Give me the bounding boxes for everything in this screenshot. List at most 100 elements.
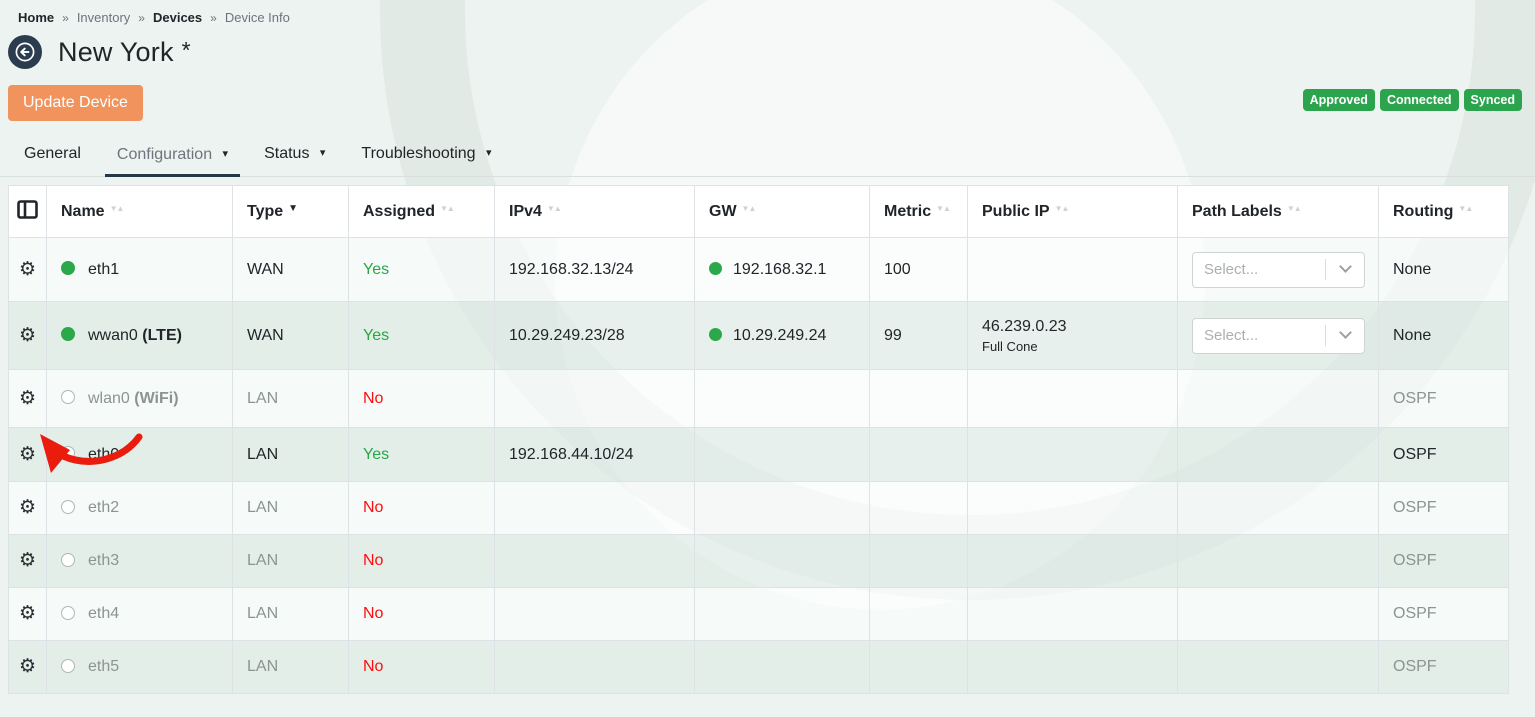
page-title: New York xyxy=(58,37,174,68)
interface-routing-cell: OSPF xyxy=(1379,641,1509,694)
nat-type-value: Full Cone xyxy=(982,339,1169,354)
sort-icon: ▼▲ xyxy=(440,204,454,213)
interface-name-cell: eth5 xyxy=(47,641,233,694)
sort-icon: ▼▲ xyxy=(110,204,124,213)
interface-assigned-cell: No xyxy=(349,370,495,428)
interface-metric-cell xyxy=(870,370,968,428)
interface-settings-cell: ⚙ xyxy=(9,428,47,482)
interface-settings-cell: ⚙ xyxy=(9,482,47,535)
interface-row-eth2: ⚙eth2LANNoOSPF xyxy=(9,482,1509,535)
interface-name-cell: eth1 xyxy=(47,238,233,302)
breadcrumb-home[interactable]: Home xyxy=(18,10,54,25)
gear-icon[interactable]: ⚙ xyxy=(19,497,36,518)
interface-type-cell: LAN xyxy=(233,370,349,428)
chevron-down-icon: ▾ xyxy=(320,146,326,159)
interface-row-eth3: ⚙eth3LANNoOSPF xyxy=(9,535,1509,588)
chevron-down-icon: ▾ xyxy=(223,147,229,160)
interface-name-cell: eth0 xyxy=(47,428,233,482)
column-header-path-labels[interactable]: Path Labels▼▲ xyxy=(1178,186,1379,238)
interface-public-ip-cell xyxy=(968,238,1178,302)
table-columns-icon xyxy=(17,200,38,219)
interface-gw-cell xyxy=(695,641,870,694)
interface-routing-cell: None xyxy=(1379,238,1509,302)
interface-type-cell: LAN xyxy=(233,588,349,641)
interface-path-labels-cell xyxy=(1178,535,1379,588)
gear-icon[interactable]: ⚙ xyxy=(19,656,36,677)
interface-ipv4-cell xyxy=(495,588,695,641)
breadcrumb-device-info: Device Info xyxy=(225,10,290,25)
update-device-button[interactable]: Update Device xyxy=(8,85,143,121)
interface-name: eth0 xyxy=(88,446,119,463)
interface-ipv4-cell: 10.29.249.23/28 xyxy=(495,302,695,370)
interface-path-labels-cell xyxy=(1178,588,1379,641)
interface-settings-cell: ⚙ xyxy=(9,535,47,588)
back-button[interactable] xyxy=(8,35,42,69)
tab-configuration[interactable]: Configuration ▾ xyxy=(105,137,240,177)
column-header-type[interactable]: Type ▼ xyxy=(233,186,349,238)
interface-settings-cell: ⚙ xyxy=(9,370,47,428)
breadcrumb: Home » Inventory » Devices » Device Info xyxy=(0,0,1535,25)
interface-ipv4-cell xyxy=(495,370,695,428)
column-header-public-ip[interactable]: Public IP▼▲ xyxy=(968,186,1178,238)
column-header-routing[interactable]: Routing▼▲ xyxy=(1379,186,1509,238)
interface-path-labels-cell: Select... xyxy=(1178,302,1379,370)
gear-icon[interactable]: ⚙ xyxy=(19,603,36,624)
breadcrumb-devices[interactable]: Devices xyxy=(153,10,202,25)
unsaved-changes-marker: * xyxy=(182,39,191,62)
interface-name: eth1 xyxy=(88,261,119,278)
interface-gw-cell: 10.29.249.24 xyxy=(695,302,870,370)
breadcrumb-inventory[interactable]: Inventory xyxy=(77,10,130,25)
interface-assigned-cell: No xyxy=(349,588,495,641)
chevron-down-icon: ▾ xyxy=(486,146,492,159)
interface-routing-cell: OSPF xyxy=(1379,588,1509,641)
link-down-dot-icon xyxy=(61,390,75,404)
tab-status[interactable]: Status ▾ xyxy=(252,136,337,176)
gateway-reachable-dot-icon xyxy=(709,328,722,341)
interfaces-table-body: ⚙eth1WANYes192.168.32.13/24192.168.32.11… xyxy=(9,238,1509,694)
interface-routing-cell: OSPF xyxy=(1379,370,1509,428)
tab-troubleshooting[interactable]: Troubleshooting ▾ xyxy=(349,136,503,176)
assigned-value: No xyxy=(363,605,383,622)
gear-icon[interactable]: ⚙ xyxy=(19,444,36,465)
interface-type-cell: LAN xyxy=(233,482,349,535)
status-badge-connected: Connected xyxy=(1380,89,1459,111)
column-label: Name xyxy=(61,203,105,220)
column-header-metric[interactable]: Metric▼▲ xyxy=(870,186,968,238)
interface-path-labels-cell xyxy=(1178,641,1379,694)
interface-metric-cell xyxy=(870,588,968,641)
interface-public-ip-cell xyxy=(968,482,1178,535)
column-header-name[interactable]: Name ▼▲ xyxy=(47,186,233,238)
gear-icon[interactable]: ⚙ xyxy=(19,325,36,346)
interface-path-labels-cell xyxy=(1178,428,1379,482)
path-labels-select[interactable]: Select... xyxy=(1192,318,1365,354)
column-settings-button[interactable] xyxy=(9,186,47,238)
column-header-gw[interactable]: GW▼▲ xyxy=(695,186,870,238)
gear-icon[interactable]: ⚙ xyxy=(19,550,36,571)
column-header-assigned[interactable]: Assigned▼▲ xyxy=(349,186,495,238)
interface-ipv4-cell xyxy=(495,482,695,535)
interface-gw-cell xyxy=(695,588,870,641)
gear-icon[interactable]: ⚙ xyxy=(19,388,36,409)
breadcrumb-separator: » xyxy=(210,11,217,25)
tab-general[interactable]: General xyxy=(12,136,93,176)
interface-row-eth1: ⚙eth1WANYes192.168.32.13/24192.168.32.11… xyxy=(9,238,1509,302)
table-header-row: Name▼▲Type▼Assigned▼▲IPv4▼▲GW▼▲Metric▼▲P… xyxy=(9,186,1509,238)
interface-assigned-cell: No xyxy=(349,641,495,694)
interface-name-cell: wlan0 (WiFi) xyxy=(47,370,233,428)
interface-public-ip-cell: 46.239.0.23Full Cone xyxy=(968,302,1178,370)
sort-icon: ▼ xyxy=(288,203,298,214)
gear-icon[interactable]: ⚙ xyxy=(19,259,36,280)
interface-name: eth5 xyxy=(88,658,119,675)
interface-assigned-cell: Yes xyxy=(349,428,495,482)
column-header-ipv4[interactable]: IPv4▼▲ xyxy=(495,186,695,238)
path-labels-select[interactable]: Select... xyxy=(1192,252,1365,288)
assigned-value: Yes xyxy=(363,327,389,344)
column-label: Type xyxy=(247,203,283,220)
interface-name: eth3 xyxy=(88,552,119,569)
interface-ipv4-cell xyxy=(495,641,695,694)
page-header: New York * xyxy=(8,35,1535,69)
interface-name-cell: eth4 xyxy=(47,588,233,641)
interface-metric-cell xyxy=(870,535,968,588)
interface-row-wwan0: ⚙wwan0 (LTE)WANYes10.29.249.23/2810.29.2… xyxy=(9,302,1509,370)
interface-routing-cell: None xyxy=(1379,302,1509,370)
